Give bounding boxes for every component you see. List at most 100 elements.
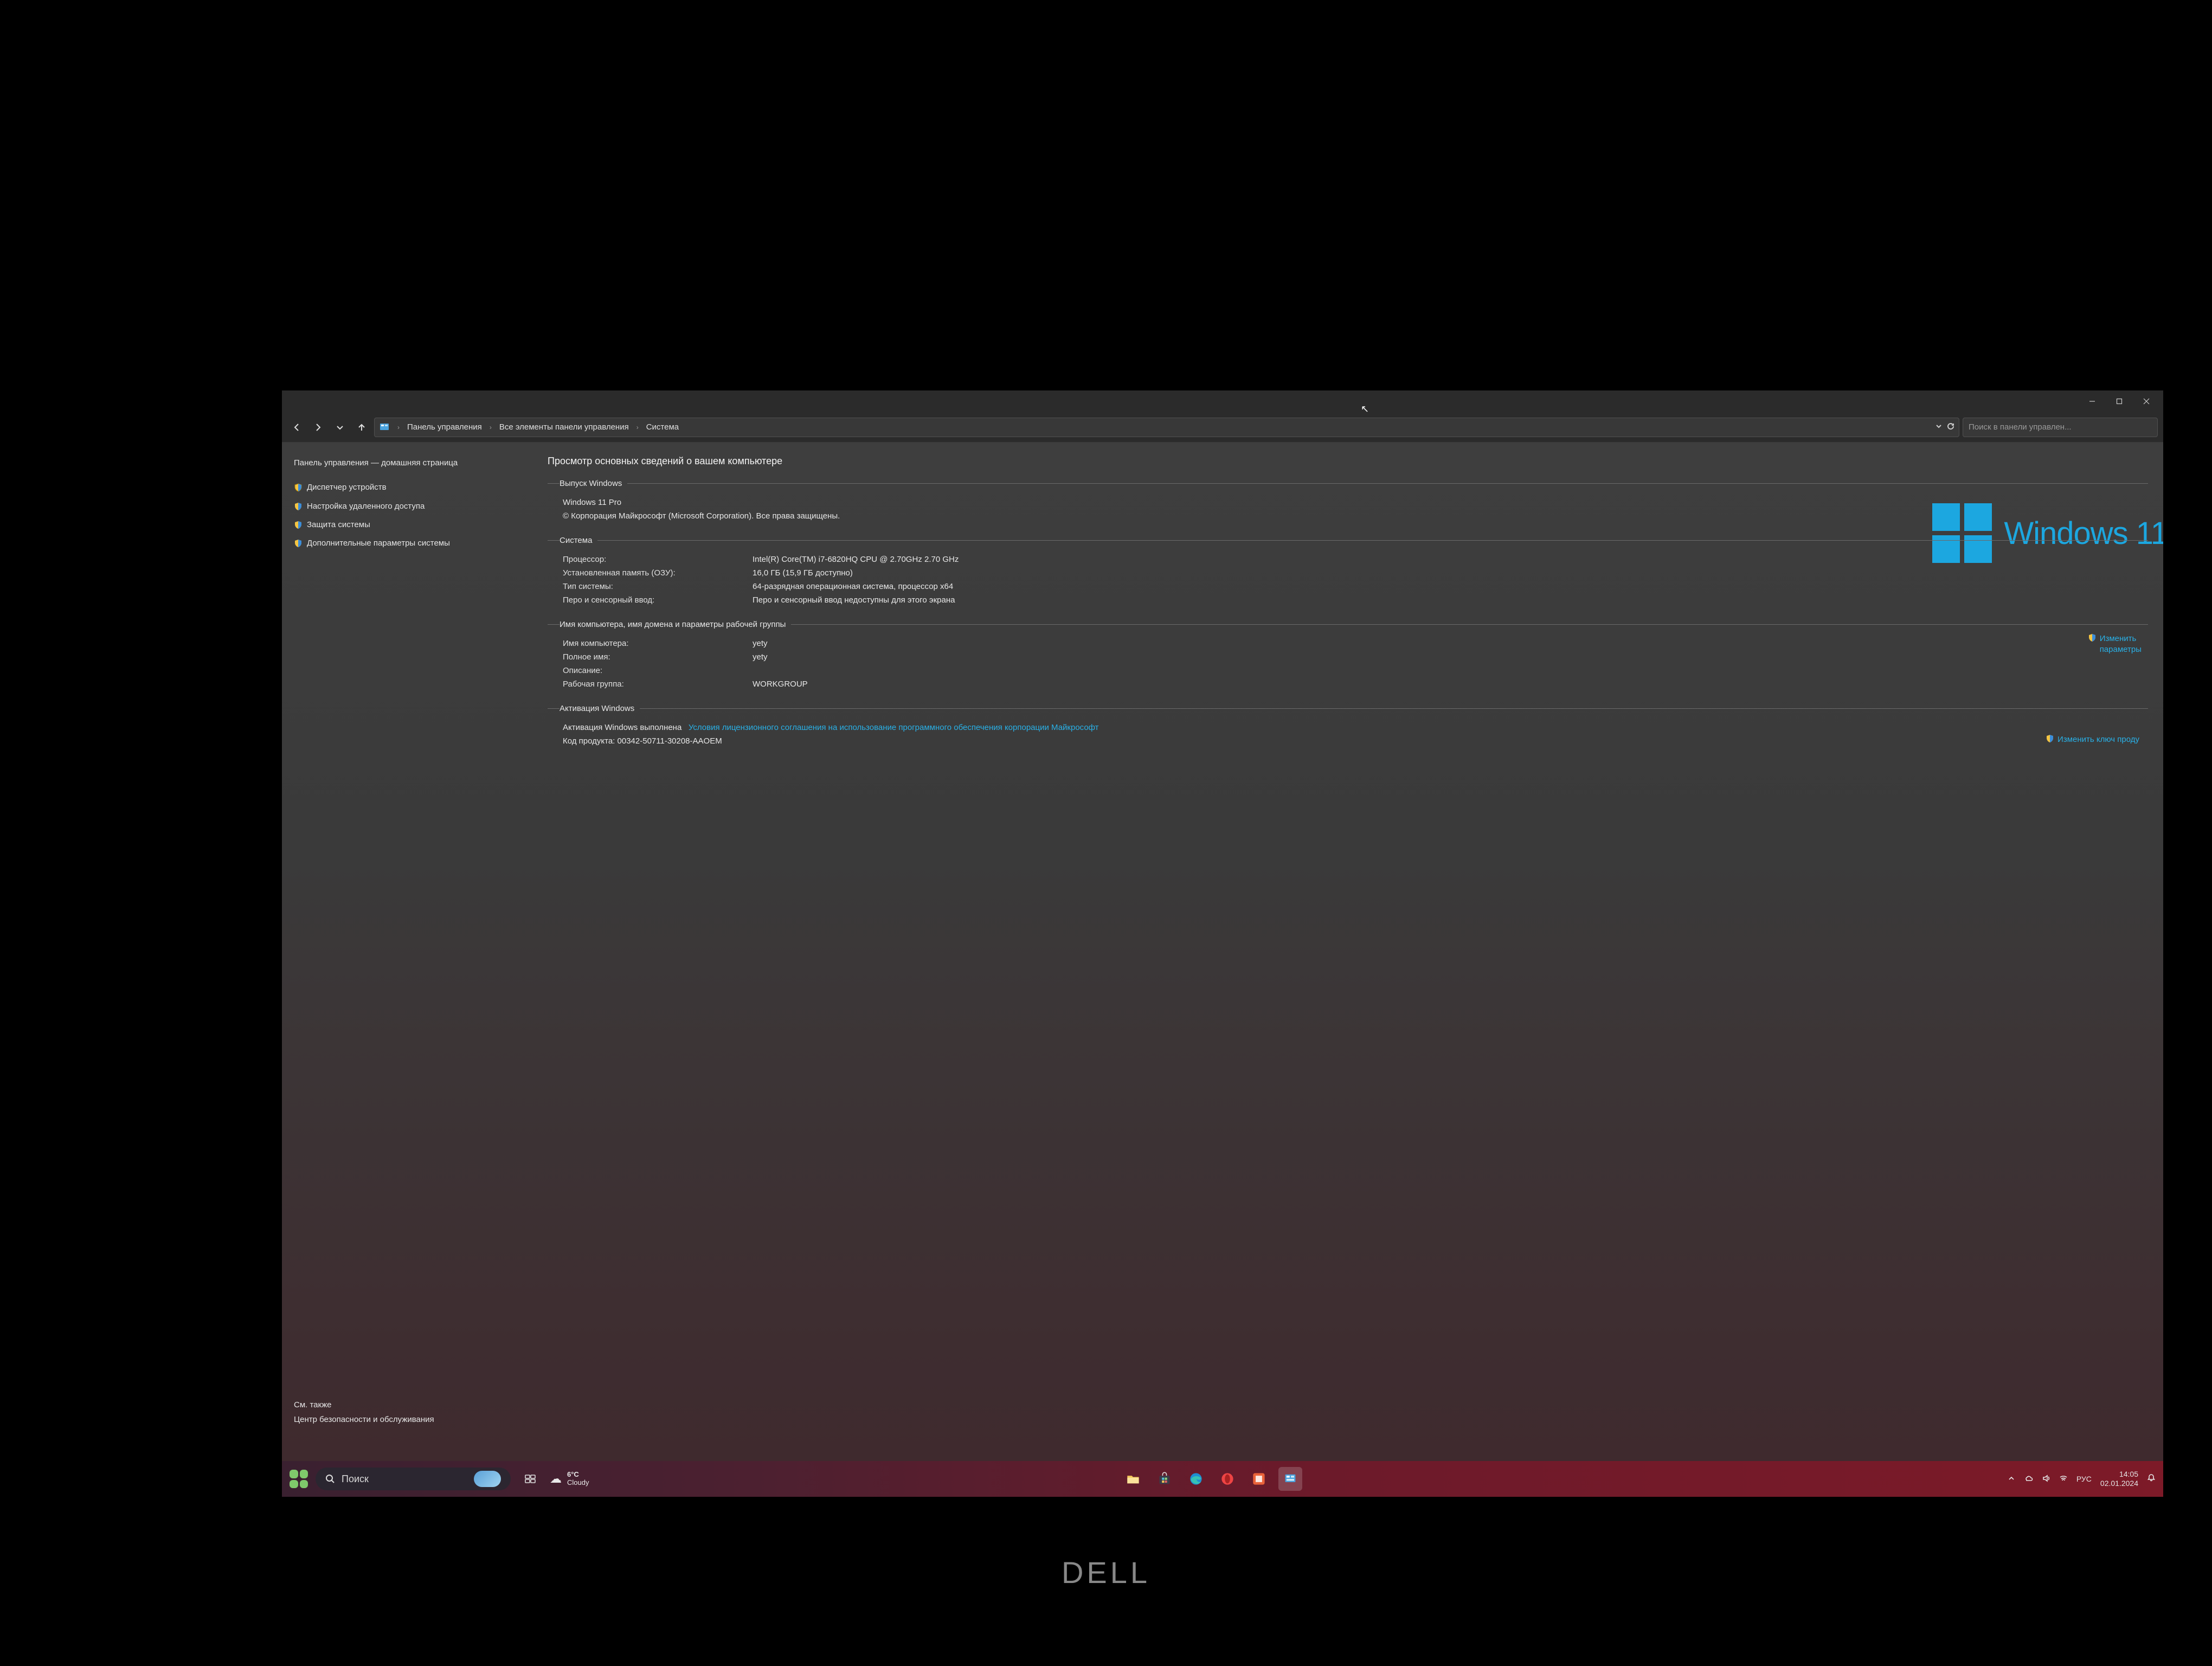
clock[interactable]: 14:05 02.01.2024: [2100, 1470, 2138, 1488]
sidebar-link-protection[interactable]: Защита системы: [294, 518, 519, 532]
breadcrumb-segment[interactable]: Панель управления: [405, 421, 484, 433]
date: 02.01.2024: [2100, 1479, 2138, 1488]
shield-icon: [2046, 734, 2054, 746]
taskbar-search[interactable]: Поиск: [316, 1468, 511, 1490]
link-text: Изменить: [2100, 633, 2142, 644]
breadcrumb-segment[interactable]: Система: [644, 421, 681, 433]
shield-icon: [294, 483, 303, 492]
taskbar-right: РУС 14:05 02.01.2024: [2007, 1470, 2156, 1488]
label: Полное имя:: [563, 652, 753, 662]
product-id-label: Код продукта:: [563, 736, 615, 746]
change-settings-link[interactable]: Изменить параметры: [2088, 633, 2142, 655]
group-title: Активация Windows: [560, 704, 640, 713]
recent-dropdown[interactable]: [331, 418, 349, 437]
back-button[interactable]: [287, 418, 306, 437]
windows-edition: Windows 11 Pro: [563, 498, 2146, 507]
sidebar-link-label: Защита системы: [307, 520, 370, 530]
group-title: Система: [560, 536, 597, 545]
window: ↖ › Панель управления: [282, 390, 2163, 1497]
group-computer-name: Имя компьютера, имя домена и параметры р…: [548, 620, 2148, 701]
group-title: Имя компьютера, имя домена и параметры р…: [560, 620, 791, 629]
search-highlight-icon: [474, 1471, 501, 1487]
activation-status: Активация Windows выполнена: [563, 723, 681, 732]
weather-widget[interactable]: ☁ 6°C Cloudy: [550, 1471, 589, 1487]
see-also-link[interactable]: Центр безопасности и обслуживания: [294, 1415, 519, 1424]
group-windows-edition: Выпуск Windows Windows 11 Pro © Корпорац…: [548, 479, 2148, 533]
language-indicator[interactable]: РУС: [2076, 1475, 2092, 1483]
label: Тип системы:: [563, 582, 753, 591]
close-button[interactable]: [2134, 393, 2159, 410]
sidebar-link-remote[interactable]: Настройка удаленного доступа: [294, 499, 519, 514]
taskbar-search-placeholder: Поиск: [342, 1473, 369, 1485]
page-title: Просмотр основных сведений о вашем компь…: [548, 456, 2148, 467]
sidebar-link-label: Диспетчер устройств: [307, 482, 387, 493]
body: Панель управления — домашняя страница Ди…: [282, 443, 2163, 1461]
shield-icon: [294, 521, 303, 529]
breadcrumb-segment[interactable]: Все элементы панели управления: [497, 421, 631, 433]
shield-icon: [2088, 633, 2097, 645]
link-text: Изменить ключ проду: [2057, 734, 2139, 745]
titlebar: [282, 390, 2163, 412]
volume-icon[interactable]: [2042, 1474, 2050, 1484]
group-activation: Активация Windows Активация Windows выпо…: [548, 704, 2148, 758]
sidebar-link-device-manager[interactable]: Диспетчер устройств: [294, 480, 519, 495]
value: [753, 666, 2146, 675]
shield-icon: [294, 502, 303, 511]
control-panel-taskbar-icon[interactable]: [1278, 1467, 1302, 1491]
forward-button[interactable]: [309, 418, 327, 437]
group-system: Система Процессор:Intel(R) Core(TM) i7-6…: [548, 536, 2148, 617]
chevron-right-icon: ›: [633, 424, 642, 431]
sidebar-link-advanced[interactable]: Дополнительные параметры системы: [294, 536, 519, 550]
maximize-button[interactable]: [2107, 393, 2132, 410]
navbar: › Панель управления › Все элементы панел…: [282, 412, 2163, 443]
value: yety: [753, 639, 2146, 648]
group-title: Выпуск Windows: [560, 479, 627, 488]
search-input[interactable]: Поиск в панели управлен...: [1963, 418, 2158, 437]
value: Перо и сенсорный ввод недоступны для это…: [753, 595, 2146, 605]
wifi-icon[interactable]: [2059, 1474, 2068, 1484]
value: 16,0 ГБ (15,9 ГБ доступно): [753, 568, 2146, 578]
sidebar-link-label: Дополнительные параметры системы: [307, 538, 450, 549]
value: WORKGROUP: [753, 680, 2146, 689]
taskbar-left: Поиск ☁ 6°C Cloudy: [290, 1467, 589, 1491]
license-terms-link[interactable]: Условия лицензионного соглашения на испо…: [689, 723, 1099, 732]
onedrive-icon[interactable]: [2024, 1474, 2033, 1484]
start-button[interactable]: [290, 1470, 308, 1488]
task-view-button[interactable]: [518, 1467, 542, 1491]
see-also-header: См. также: [294, 1400, 519, 1409]
search-placeholder: Поиск в панели управлен...: [1969, 422, 2072, 432]
taskbar: Поиск ☁ 6°C Cloudy: [282, 1461, 2163, 1497]
up-button[interactable]: [352, 418, 371, 437]
app-icon[interactable]: [1247, 1467, 1271, 1491]
tray-chevron-icon[interactable]: [2007, 1474, 2016, 1484]
search-icon: [325, 1474, 335, 1484]
notifications-icon[interactable]: [2147, 1473, 2156, 1485]
file-explorer-icon[interactable]: [1121, 1467, 1145, 1491]
copyright: © Корпорация Майкрософт (Microsoft Corpo…: [563, 511, 2146, 521]
address-dropdown[interactable]: [1935, 422, 1943, 432]
label: Установленная память (ОЗУ):: [563, 568, 753, 578]
label: Процессор:: [563, 555, 753, 564]
sidebar: Панель управления — домашняя страница Ди…: [282, 443, 531, 1461]
microsoft-store-icon[interactable]: [1153, 1467, 1176, 1491]
opera-icon[interactable]: [1216, 1467, 1239, 1491]
label: Рабочая группа:: [563, 680, 753, 689]
minimize-button[interactable]: [2080, 393, 2105, 410]
value: Intel(R) Core(TM) i7-6820HQ CPU @ 2.70GH…: [753, 555, 2146, 564]
refresh-button[interactable]: [1947, 422, 1954, 432]
sidebar-link-label: Настройка удаленного доступа: [307, 501, 425, 512]
control-panel-home-link[interactable]: Панель управления — домашняя страница: [294, 458, 519, 469]
label: Перо и сенсорный ввод:: [563, 595, 753, 605]
change-product-key-link[interactable]: Изменить ключ проду: [2046, 734, 2139, 746]
address-bar[interactable]: › Панель управления › Все элементы панел…: [374, 418, 1959, 437]
content: Просмотр основных сведений о вашем компь…: [531, 443, 2163, 1461]
label: Имя компьютера:: [563, 639, 753, 648]
shield-icon: [294, 539, 303, 548]
product-id: 00342-50711-30208-AAOEM: [618, 736, 722, 746]
monitor-brand: DELL: [1062, 1555, 1150, 1590]
see-also: См. также Центр безопасности и обслужива…: [294, 1400, 519, 1446]
edge-icon[interactable]: [1184, 1467, 1208, 1491]
time: 14:05: [2100, 1470, 2138, 1479]
value: 64-разрядная операционная система, проце…: [753, 582, 2146, 591]
label: Описание:: [563, 666, 753, 675]
